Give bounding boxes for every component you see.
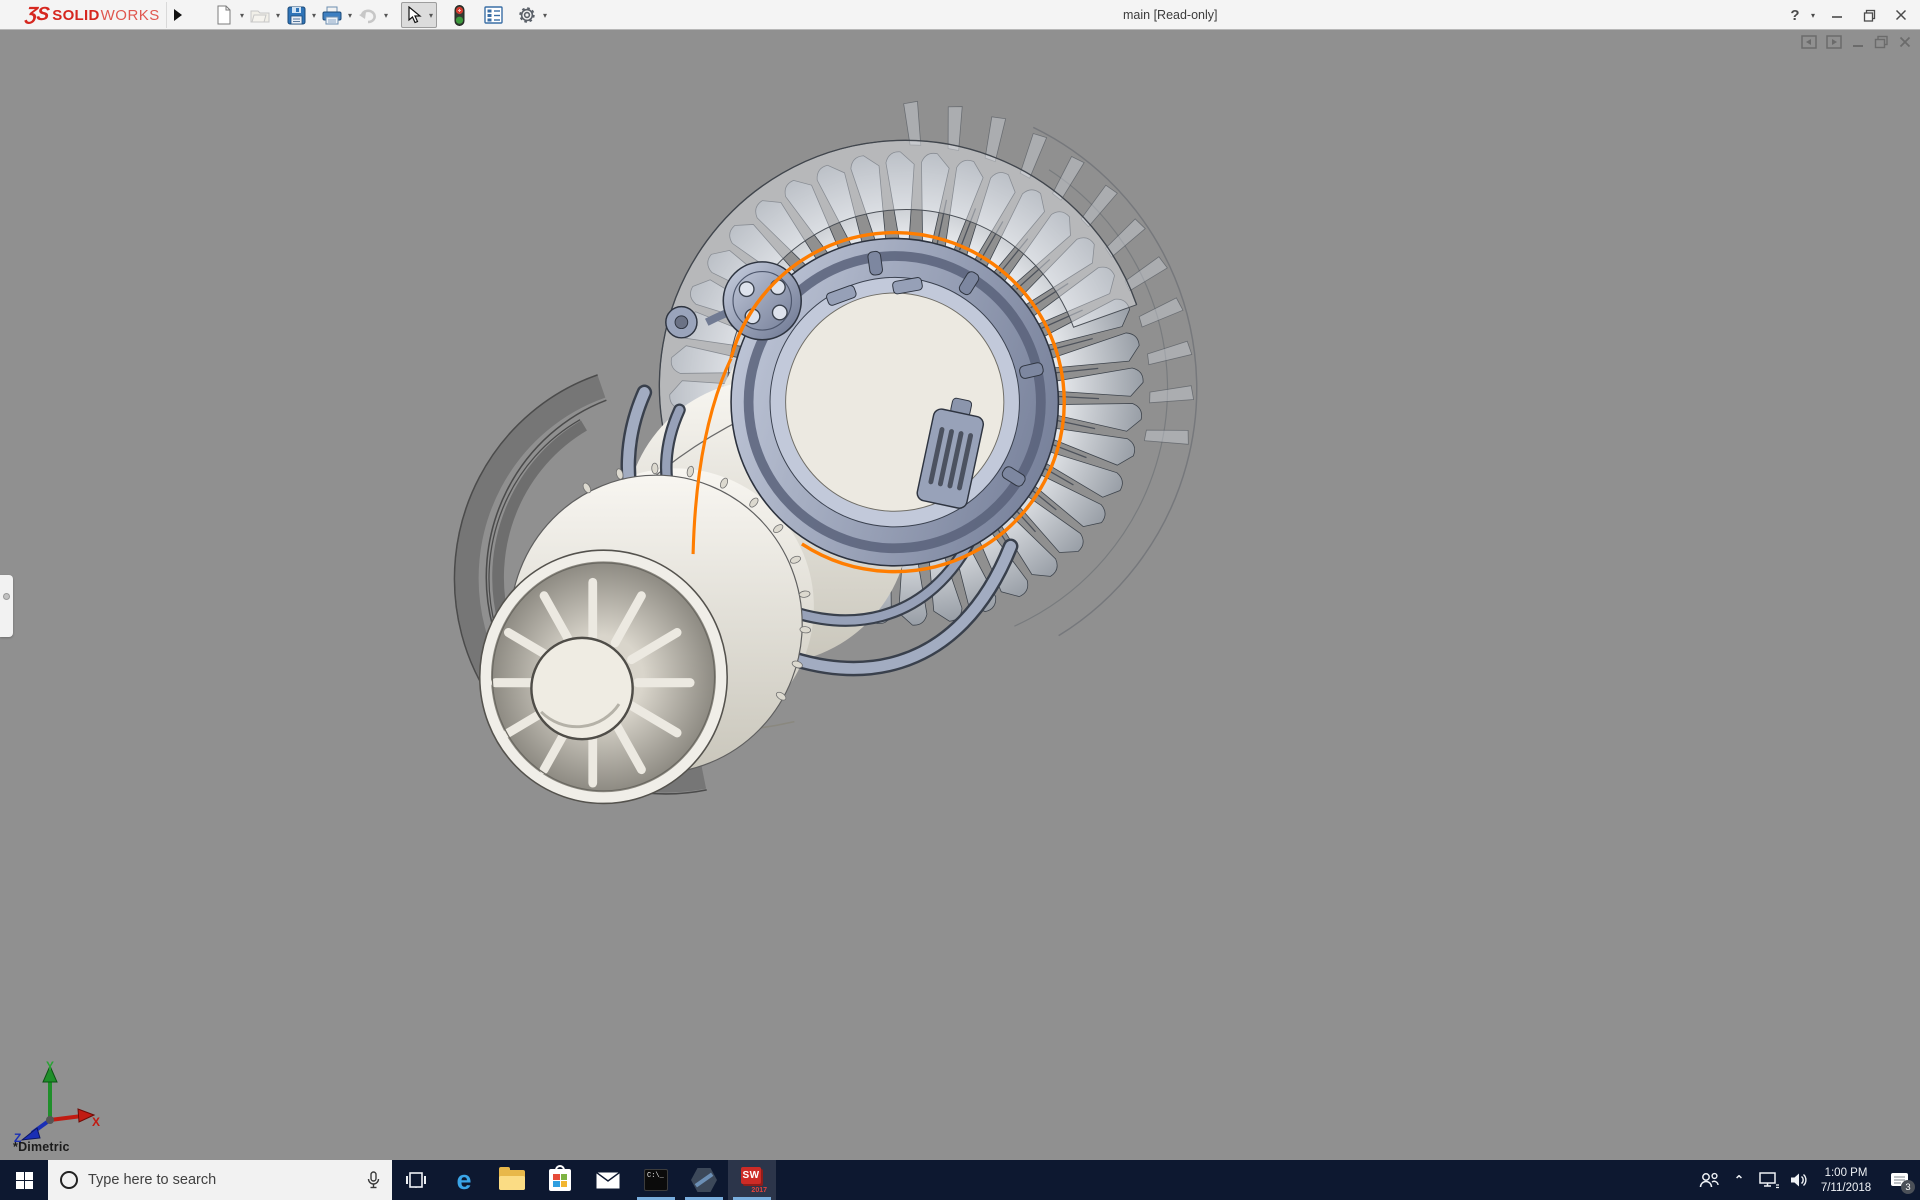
- graphics-area[interactable]: Y X Z *Dimetric: [0, 30, 1920, 1160]
- volume-button[interactable]: [1784, 1160, 1814, 1200]
- taskbar-app-store[interactable]: [536, 1160, 584, 1200]
- collapsed-panel-tab[interactable]: [0, 575, 13, 637]
- doc-close-icon[interactable]: [1898, 35, 1912, 49]
- panel-toggle-right-icon[interactable]: [1826, 35, 1842, 49]
- menu-flyout-arrow-icon[interactable]: [166, 2, 188, 28]
- system-tray: ⌃ 1:00 PM 7/11/2018: [1694, 1160, 1920, 1200]
- print-caret[interactable]: ▾: [345, 3, 355, 27]
- network-button[interactable]: [1754, 1160, 1784, 1200]
- select-tool-group: ▾: [401, 2, 437, 28]
- new-document-icon[interactable]: [212, 3, 236, 27]
- new-document-caret[interactable]: ▾: [237, 3, 247, 27]
- display-pane-icon[interactable]: [481, 3, 505, 27]
- document-window-controls: [1801, 35, 1912, 49]
- taskbar-app-solidworks[interactable]: SW 2017: [728, 1160, 776, 1200]
- doc-minimize-icon[interactable]: [1851, 35, 1865, 49]
- engine-model-canvas[interactable]: [0, 30, 1920, 1160]
- orientation-triad: Y X Z: [10, 1058, 100, 1144]
- close-button[interactable]: [1888, 2, 1914, 28]
- volume-icon: [1790, 1172, 1809, 1188]
- mail-icon: [596, 1172, 620, 1189]
- help-caret[interactable]: ▾: [1808, 11, 1818, 20]
- triad-x-label: X: [92, 1115, 100, 1129]
- options-gear-icon[interactable]: [515, 3, 539, 27]
- panel-tab-grip-icon: [3, 593, 10, 600]
- clock-date: 7/11/2018: [1814, 1181, 1878, 1195]
- search-placeholder: Type here to search: [88, 1172, 357, 1188]
- file-explorer-icon: [499, 1170, 525, 1190]
- network-display-icon: [1759, 1172, 1779, 1189]
- edge-icon: e: [456, 1167, 471, 1194]
- people-icon: [1699, 1172, 1719, 1188]
- windows-logo-icon: [16, 1172, 33, 1189]
- solidworks-logo: ƷS SOLID WORKS: [26, 0, 160, 30]
- taskbar-app-edge[interactable]: e: [440, 1160, 488, 1200]
- start-button[interactable]: [0, 1160, 48, 1200]
- task-view-icon: [406, 1172, 426, 1188]
- solidworks-2017-icon: SW 2017: [739, 1167, 765, 1193]
- minimize-button[interactable]: [1824, 2, 1850, 28]
- cortana-icon: [60, 1171, 78, 1189]
- save-caret[interactable]: ▾: [309, 3, 319, 27]
- action-center-button[interactable]: 3: [1878, 1160, 1920, 1200]
- save-icon[interactable]: [284, 3, 308, 27]
- hexagon-app-icon: [691, 1168, 717, 1192]
- microphone-icon[interactable]: [367, 1171, 380, 1190]
- main-toolbar: ▾ ▾ ▾ ▾ ▾ ▾: [212, 0, 550, 30]
- select-cursor-caret[interactable]: ▾: [426, 3, 436, 27]
- open-caret[interactable]: ▾: [273, 3, 283, 27]
- clock-time: 1:00 PM: [1814, 1166, 1878, 1180]
- brand-bold: SOLID: [52, 7, 99, 24]
- doc-restore-icon[interactable]: [1874, 35, 1889, 49]
- taskbar-clock[interactable]: 1:00 PM 7/11/2018: [1814, 1165, 1878, 1195]
- solidworks-year-label: 2017: [751, 1187, 767, 1194]
- document-title: main [Read-only]: [1123, 0, 1218, 30]
- restore-button[interactable]: [1856, 2, 1882, 28]
- rebuild-traffic-light-icon[interactable]: [447, 3, 471, 27]
- command-prompt-icon: C:\_: [644, 1169, 668, 1191]
- triad-y-label: Y: [46, 1059, 54, 1073]
- titlebar: ƷS SOLID WORKS ▾ ▾ ▾ ▾ ▾ ▾: [0, 0, 1920, 30]
- taskbar-app-command-prompt[interactable]: C:\_: [632, 1160, 680, 1200]
- brand-glyph: ƷS: [24, 4, 49, 26]
- tray-overflow-chevron[interactable]: ⌃: [1724, 1160, 1754, 1200]
- notification-badge: 3: [1901, 1180, 1915, 1194]
- help-button[interactable]: ?: [1782, 2, 1808, 28]
- undo-caret[interactable]: ▾: [381, 3, 391, 27]
- task-view-button[interactable]: [392, 1160, 440, 1200]
- options-gear-caret[interactable]: ▾: [540, 3, 550, 27]
- brand-light: WORKS: [101, 7, 160, 24]
- view-orientation-label: *Dimetric: [13, 1140, 70, 1154]
- taskbar-app-file-explorer[interactable]: [488, 1160, 536, 1200]
- select-cursor-icon[interactable]: [402, 3, 426, 27]
- taskbar-app-mail[interactable]: [584, 1160, 632, 1200]
- taskbar-search-box[interactable]: Type here to search: [48, 1160, 392, 1200]
- microsoft-store-icon: [549, 1169, 571, 1191]
- open-icon[interactable]: [248, 3, 272, 27]
- taskbar-app-hexagon[interactable]: [680, 1160, 728, 1200]
- people-button[interactable]: [1694, 1160, 1724, 1200]
- panel-toggle-left-icon[interactable]: [1801, 35, 1817, 49]
- print-icon[interactable]: [320, 3, 344, 27]
- engine-model[interactable]: [410, 30, 1415, 824]
- undo-icon[interactable]: [356, 3, 380, 27]
- taskbar: Type here to search e C:\_ SW: [0, 1160, 1920, 1200]
